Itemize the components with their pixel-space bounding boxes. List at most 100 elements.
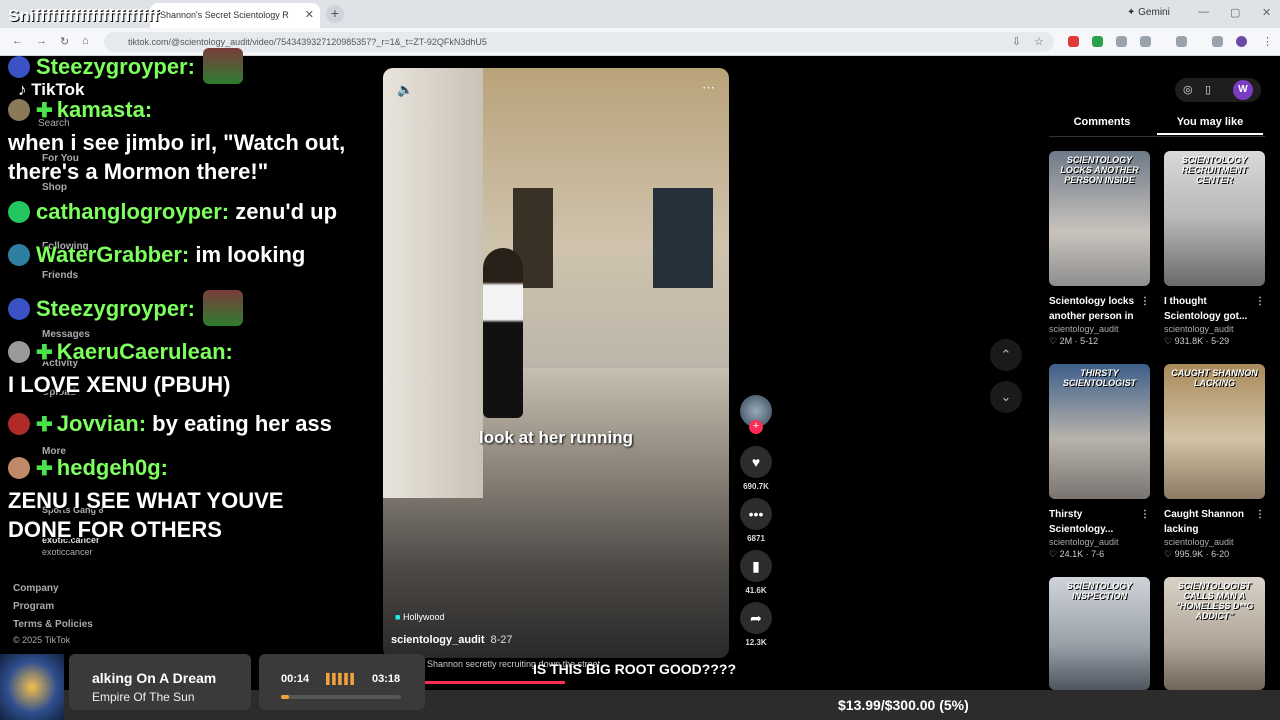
- recommended-video-card[interactable]: SCIENTOLOGY RECRUITMENT CENTER I thought…: [1164, 151, 1265, 347]
- comment-action[interactable]: ••• 6871: [740, 498, 772, 543]
- card-title: Scientology locks another person in ⋮: [1049, 294, 1150, 322]
- post-date: 8-27: [490, 634, 513, 646]
- subscriber-badge-icon: ✚: [36, 414, 53, 436]
- heart-icon[interactable]: ♥: [740, 446, 772, 478]
- chat-message-text: when i see jimbo irl, "Watch out, there'…: [8, 130, 346, 184]
- back-icon[interactable]: ←: [12, 35, 23, 47]
- card-stats: ♡ 2M · 5-12: [1049, 336, 1099, 346]
- video-thumbnail[interactable]: SCIENTOLOGY LOCKS ANOTHER PERSON INSIDE: [1049, 151, 1150, 286]
- video-thumbnail[interactable]: SCIENTOLOGY RECRUITMENT CENTER: [1164, 151, 1265, 286]
- recommended-video-card[interactable]: SCIENTOLOGY LOCKS ANOTHER PERSON INSIDE …: [1049, 151, 1150, 347]
- music-progress-fill: [281, 695, 290, 699]
- like-action[interactable]: ♥ 690.7K: [740, 446, 772, 491]
- share-action[interactable]: ➦ 12.3K: [740, 602, 772, 647]
- sidebar-item-friends[interactable]: Friends: [42, 270, 78, 281]
- chat-message: WaterGrabber: im looking: [8, 242, 305, 268]
- gemini-button[interactable]: ✦ Gemini: [1127, 7, 1170, 18]
- location-pin-icon: ■: [395, 612, 401, 622]
- chat-message: ✚ Jovvian: by eating her ass: [8, 411, 332, 437]
- chat-message: ✚ kamasta:: [8, 97, 152, 123]
- emote-icon: [202, 48, 243, 84]
- video-thumbnail[interactable]: SCIENTOLOGIST CALLS MAN A "HOMELESS D**G…: [1164, 577, 1265, 690]
- chat-username: cathanglogroyper:: [36, 199, 230, 224]
- forward-icon[interactable]: →: [36, 35, 47, 47]
- chat-title: Sniffffffffffffffffffffff: [8, 6, 159, 25]
- location-label: Hollywood: [402, 612, 445, 622]
- more-options-icon[interactable]: ⋯: [702, 80, 715, 96]
- more-options-icon[interactable]: ⋮: [1255, 507, 1265, 522]
- volume-icon[interactable]: 🔈: [397, 82, 413, 98]
- bookmark-icon[interactable]: ▮: [740, 550, 772, 582]
- avatar: [8, 56, 30, 78]
- bookmark-star-icon[interactable]: ☆: [1034, 35, 1044, 48]
- thumbnail-text: SCIENTOLOGY LOCKS ANOTHER PERSON INSIDE: [1060, 155, 1139, 185]
- tab-divider: [1049, 136, 1265, 137]
- video-author[interactable]: scientology_audit 8-27: [391, 634, 513, 646]
- previous-video-button[interactable]: ⌃: [990, 339, 1022, 371]
- chat-message: ✚ hedgeh0g:: [8, 455, 168, 481]
- more-options-icon[interactable]: ⋮: [1140, 294, 1150, 309]
- minimize-icon[interactable]: —: [1198, 6, 1209, 18]
- user-avatar[interactable]: W: [1233, 80, 1253, 100]
- next-video-button[interactable]: ⌄: [990, 381, 1022, 413]
- avatar: [8, 298, 30, 320]
- media-icon[interactable]: [1212, 36, 1223, 47]
- new-tab-button[interactable]: +: [326, 5, 344, 23]
- card-author[interactable]: scientology_audit: [1049, 324, 1150, 334]
- footer-link-company[interactable]: Company: [13, 583, 59, 594]
- save-action[interactable]: ▮ 41.6K: [740, 550, 772, 595]
- card-author[interactable]: scientology_audit: [1164, 324, 1265, 334]
- recommended-video-card[interactable]: SCIENTOLOGIST CALLS MAN A "HOMELESS D**G…: [1164, 577, 1265, 690]
- avatar: [8, 99, 30, 121]
- music-progress-track: [281, 695, 401, 699]
- reload-icon[interactable]: ↻: [60, 35, 69, 48]
- chat-message: Steezygroyper:: [8, 290, 243, 326]
- avatar: [8, 341, 30, 363]
- close-window-icon[interactable]: ✕: [1262, 6, 1271, 19]
- more-options-icon[interactable]: ⋮: [1140, 507, 1150, 522]
- avatar: [8, 457, 30, 479]
- video-caption: look at her running: [479, 428, 633, 447]
- following-account-handle: exoticcancer: [42, 547, 93, 557]
- chat-username: Jovvian:: [56, 411, 147, 436]
- recommended-video-card[interactable]: CAUGHT SHANNON LACKING Caught Shannon la…: [1164, 364, 1265, 560]
- maximize-icon[interactable]: ▢: [1230, 6, 1240, 19]
- tab-you-may-like[interactable]: You may like: [1157, 116, 1263, 135]
- tab-comments[interactable]: Comments: [1049, 116, 1155, 128]
- video-progress-bar[interactable]: [425, 681, 565, 684]
- extension-icon[interactable]: [1092, 36, 1103, 47]
- side-panel-icon[interactable]: [1176, 36, 1187, 47]
- extension-icon[interactable]: [1068, 36, 1079, 47]
- video-player[interactable]: 🔈 ⋯ look at her running ■ Hollywood scie…: [383, 68, 729, 658]
- settings-icon[interactable]: ◎: [1183, 83, 1193, 96]
- device-icon[interactable]: ▯: [1205, 83, 1211, 96]
- extensions-puzzle-icon[interactable]: [1140, 36, 1151, 47]
- browser-menu-icon[interactable]: ⋮: [1262, 35, 1273, 48]
- location-tag[interactable]: ■ Hollywood: [395, 612, 444, 622]
- recommended-video-card[interactable]: THIRSTY SCIENTOLOGIST Thirsty Scientolog…: [1049, 364, 1150, 560]
- share-icon[interactable]: ➦: [740, 602, 772, 634]
- thumbnail-text: SCIENTOLOGY INSPECTION: [1066, 581, 1133, 601]
- footer-link-terms[interactable]: Terms & Policies: [13, 619, 93, 630]
- home-icon[interactable]: ⌂: [82, 35, 89, 47]
- follow-plus-icon[interactable]: +: [749, 420, 763, 434]
- card-author[interactable]: scientology_audit: [1164, 537, 1265, 547]
- emote-icon: [202, 290, 243, 326]
- video-thumbnail[interactable]: THIRSTY SCIENTOLOGIST: [1049, 364, 1150, 499]
- install-icon[interactable]: ⇩: [1012, 35, 1021, 48]
- more-options-icon[interactable]: ⋮: [1255, 294, 1265, 309]
- video-thumbnail[interactable]: CAUGHT SHANNON LACKING: [1164, 364, 1265, 499]
- browser-tab[interactable]: Shannon's Secret Scientology R ✕: [150, 3, 320, 28]
- close-tab-icon[interactable]: ✕: [305, 8, 314, 21]
- chat-username: hedgeh0g:: [56, 455, 168, 480]
- footer-link-program[interactable]: Program: [13, 601, 54, 612]
- recommended-video-card[interactable]: SCIENTOLOGY INSPECTION: [1049, 577, 1150, 690]
- comment-icon[interactable]: •••: [740, 498, 772, 530]
- video-thumbnail[interactable]: SCIENTOLOGY INSPECTION: [1049, 577, 1150, 690]
- profile-avatar[interactable]: [1236, 36, 1247, 47]
- address-bar[interactable]: tiktok.com/@scientology_audit/video/7543…: [104, 32, 1054, 52]
- banner-text: IS THIS BIG ROOT GOOD????: [533, 661, 736, 677]
- chat-username: Steezygroyper:: [36, 296, 195, 321]
- card-author[interactable]: scientology_audit: [1049, 537, 1150, 547]
- extension-icon[interactable]: [1116, 36, 1127, 47]
